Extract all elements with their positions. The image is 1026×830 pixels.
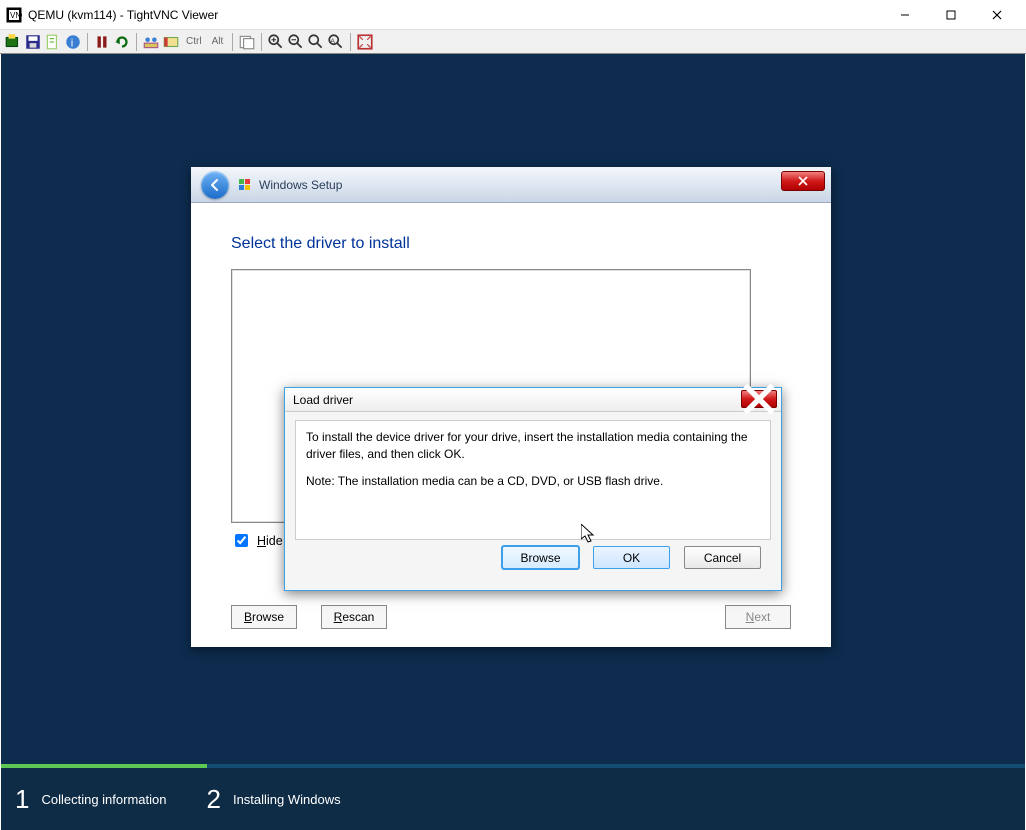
- zoom-100-icon[interactable]: [307, 33, 325, 51]
- step-2-number: 2: [206, 784, 220, 815]
- svg-text:i: i: [71, 37, 74, 49]
- load-driver-buttons: Browse OK Cancel: [295, 540, 771, 569]
- wizard-close-button[interactable]: [781, 171, 825, 191]
- new-connection-icon[interactable]: [4, 33, 22, 51]
- modal-browse-button[interactable]: Browse: [502, 546, 579, 569]
- toolbar-separator: [261, 33, 262, 51]
- svg-text:A: A: [331, 38, 336, 45]
- toolbar-separator: [87, 33, 88, 51]
- progress-bar: [1, 764, 1025, 768]
- load-driver-line2: Note: The installation media can be a CD…: [306, 473, 760, 490]
- alt-key-toggle[interactable]: Alt: [208, 34, 228, 49]
- save-icon[interactable]: [24, 33, 42, 51]
- load-driver-close-button[interactable]: [741, 390, 777, 408]
- pause-icon[interactable]: [93, 33, 111, 51]
- wizard-header: Windows Setup: [191, 167, 831, 203]
- load-driver-line1: To install the device driver for your dr…: [306, 429, 760, 463]
- windows-setup-window: Windows Setup Select the driver to insta…: [191, 167, 831, 647]
- step-1: 1 Collecting information: [15, 784, 166, 815]
- toolbar-separator: [136, 33, 137, 51]
- page-title: Select the driver to install: [231, 235, 791, 253]
- progress-steps: 1 Collecting information 2 Installing Wi…: [1, 768, 1025, 830]
- remote-desktop[interactable]: Windows Setup Select the driver to insta…: [1, 54, 1025, 830]
- maximize-button[interactable]: [928, 0, 974, 30]
- load-driver-title: Load driver: [293, 393, 353, 407]
- toolbar-separator: [232, 33, 233, 51]
- refresh-icon[interactable]: [113, 33, 131, 51]
- step-2-label: Installing Windows: [233, 792, 341, 807]
- progress-band: 1 Collecting information 2 Installing Wi…: [1, 764, 1025, 830]
- ctrl-key-toggle[interactable]: Ctrl: [182, 34, 206, 49]
- close-button[interactable]: [974, 0, 1020, 30]
- info-icon[interactable]: i: [64, 33, 82, 51]
- load-driver-text: To install the device driver for your dr…: [295, 420, 771, 540]
- svg-text:VNC: VNC: [10, 11, 22, 20]
- options-icon[interactable]: [44, 33, 62, 51]
- zoom-out-icon[interactable]: [287, 33, 305, 51]
- vnc-titlebar: VNC QEMU (kvm114) - TightVNC Viewer: [0, 0, 1026, 30]
- load-driver-header: Load driver: [285, 388, 781, 412]
- toolbar-separator: [350, 33, 351, 51]
- step-1-number: 1: [15, 784, 29, 815]
- modal-cancel-button[interactable]: Cancel: [684, 546, 761, 569]
- vnc-toolbar: i Ctrl Alt A: [0, 30, 1026, 54]
- fullscreen-icon[interactable]: [356, 33, 374, 51]
- next-button[interactable]: NextNext: [725, 605, 791, 629]
- vnc-app-icon: VNC: [6, 7, 22, 23]
- wizard-button-row: BrowseBrowse RescanRescan NextNext: [231, 605, 791, 629]
- zoom-auto-icon[interactable]: A: [327, 33, 345, 51]
- ctrl-esc-icon[interactable]: [162, 33, 180, 51]
- browse-button[interactable]: BrowseBrowse: [231, 605, 297, 629]
- minimize-button[interactable]: [882, 0, 928, 30]
- vnc-window-title: QEMU (kvm114) - TightVNC Viewer: [28, 8, 882, 22]
- step-1-label: Collecting information: [41, 792, 166, 807]
- back-button[interactable]: [201, 171, 229, 199]
- transfer-icon[interactable]: [238, 33, 256, 51]
- load-driver-dialog: Load driver To install the device driver…: [284, 387, 782, 591]
- rescan-button[interactable]: RescanRescan: [321, 605, 387, 629]
- step-2: 2 Installing Windows: [206, 784, 340, 815]
- load-driver-body: To install the device driver for your dr…: [285, 412, 781, 577]
- setup-flag-icon: [237, 177, 253, 193]
- wizard-title: Windows Setup: [259, 178, 342, 192]
- zoom-in-icon[interactable]: [267, 33, 285, 51]
- modal-ok-button[interactable]: OK: [593, 546, 670, 569]
- cad-icon[interactable]: [142, 33, 160, 51]
- progress-fill: [1, 764, 207, 768]
- wizard-body: Select the driver to install HHide drive…: [191, 203, 831, 647]
- hide-incompatible-checkbox[interactable]: [235, 534, 248, 547]
